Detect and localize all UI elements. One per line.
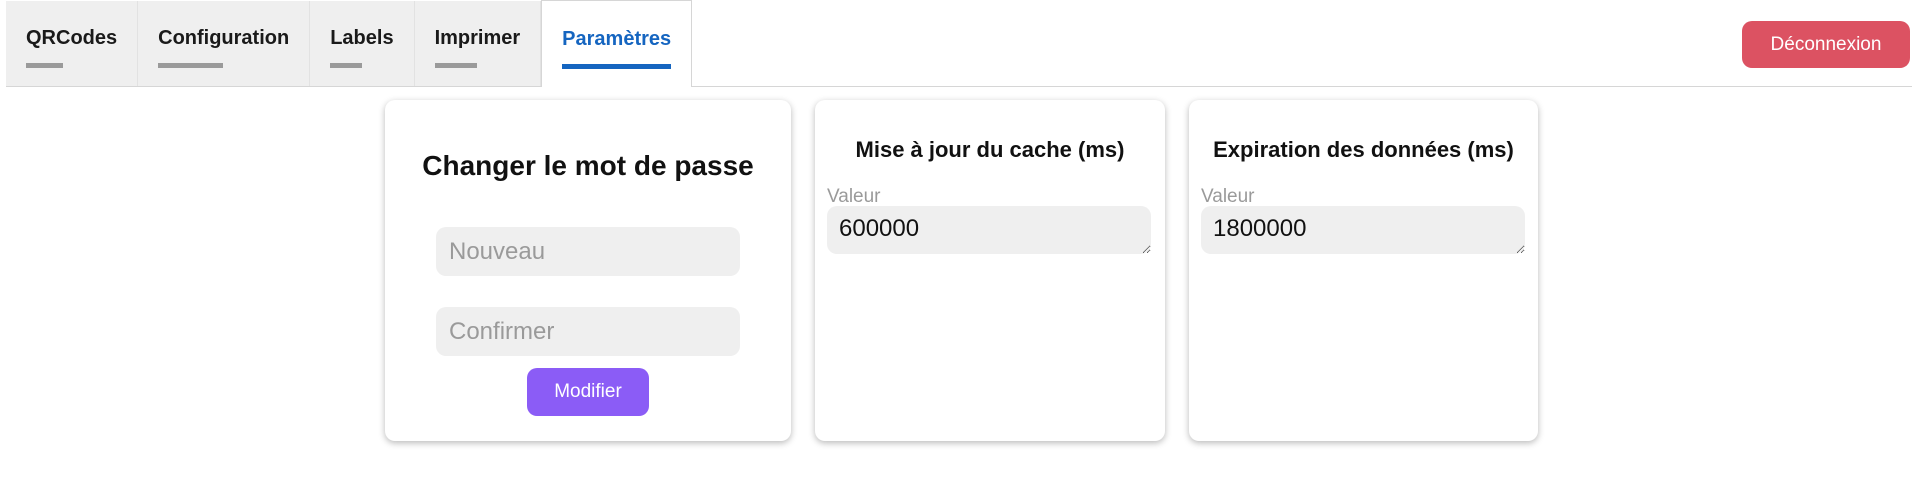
tab-indicator — [434, 63, 477, 68]
tab-parametres[interactable]: Paramètres — [541, 0, 693, 87]
logout-button[interactable]: Déconnexion — [1742, 21, 1910, 68]
expiration-value-textarea[interactable]: 1800000 — [1201, 206, 1525, 254]
tab-label: Imprimer — [434, 27, 521, 49]
top-bar: QRCodes Configuration Labels Imprimer Pa… — [0, 0, 1918, 87]
tab-qrcodes[interactable]: QRCodes — [6, 1, 139, 87]
new-password-input[interactable] — [436, 227, 740, 276]
tab-indicator — [26, 63, 63, 68]
tab-bar: QRCodes Configuration Labels Imprimer Pa… — [6, 0, 693, 87]
tab-configuration[interactable]: Configuration — [138, 1, 311, 87]
tab-indicator — [158, 63, 224, 68]
confirm-password-input[interactable] — [436, 307, 740, 356]
tab-indicator — [562, 64, 672, 69]
cache-value-textarea[interactable]: 600000 — [827, 206, 1151, 254]
cache-value-label: Valeur — [827, 186, 881, 207]
tab-labels[interactable]: Labels — [310, 1, 415, 87]
tab-label: QRCodes — [26, 27, 118, 49]
change-password-card: Changer le mot de passe Modifier — [385, 100, 791, 441]
tab-imprimer[interactable]: Imprimer — [414, 1, 542, 87]
data-expiration-title: Expiration des données (ms) — [1213, 137, 1514, 162]
tab-label: Configuration — [158, 27, 290, 49]
tab-label: Labels — [330, 27, 394, 49]
cache-refresh-card: Mise à jour du cache (ms) Valeur 600000 — [815, 100, 1165, 441]
tab-label: Paramètres — [562, 28, 672, 50]
tab-indicator — [330, 63, 363, 68]
tab-divider — [6, 86, 1912, 87]
data-expiration-card: Expiration des données (ms) Valeur 18000… — [1189, 100, 1538, 441]
modify-password-button[interactable]: Modifier — [527, 368, 649, 416]
cache-refresh-title: Mise à jour du cache (ms) — [855, 137, 1125, 162]
change-password-title: Changer le mot de passe — [422, 150, 754, 181]
expiration-value-label: Valeur — [1201, 186, 1255, 207]
